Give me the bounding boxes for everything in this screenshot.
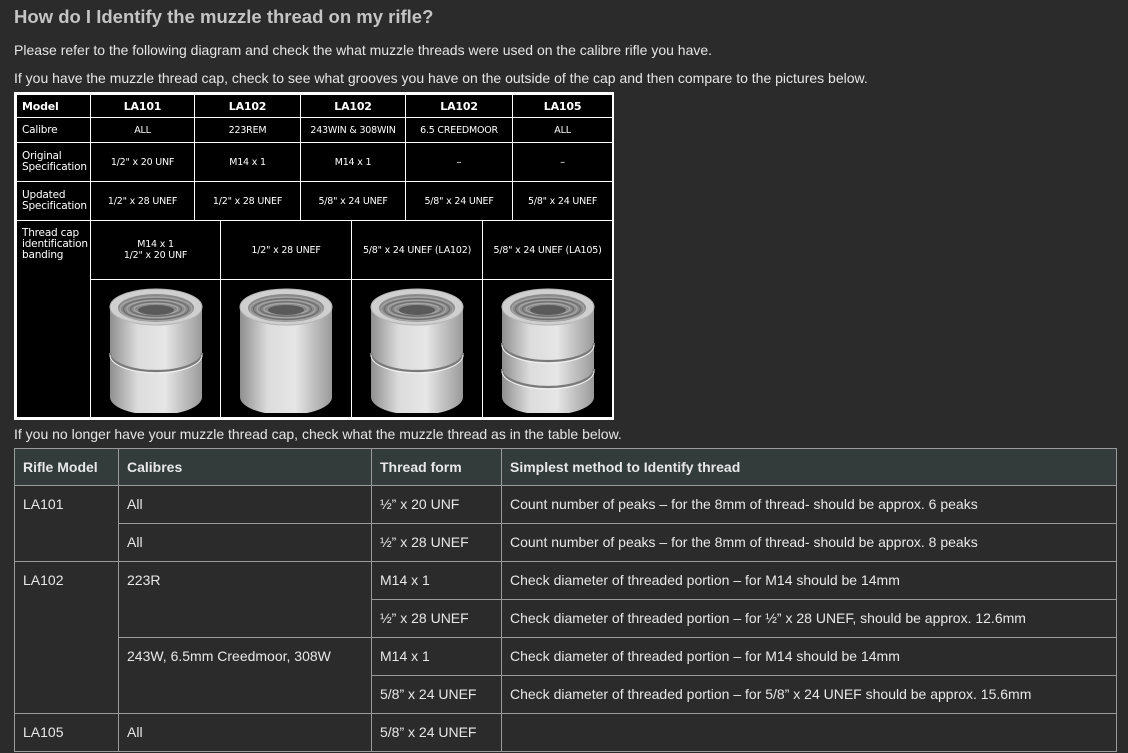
page-heading: How do I Identify the muzzle thread on m…: [14, 6, 434, 27]
diagram-label-banding: Thread cap identification banding: [16, 220, 91, 418]
column-header: Rifle Model: [14, 448, 119, 486]
thread-form-cell: M14 x 1: [371, 637, 502, 676]
diagram-model: LA102: [405, 94, 514, 118]
table-row: 243W, 6.5mm Creedmoor, 308W M14 x 1 Chec…: [15, 637, 1117, 714]
thread-form-cell: M14 x 1: [371, 561, 502, 600]
intro-paragraph-3: If you no longer have your muzzle thread…: [14, 426, 622, 442]
intro-paragraph-1: Please refer to the following diagram an…: [14, 42, 713, 58]
thread-form-cell: 5/8” x 24 UNEF: [371, 675, 502, 714]
column-header: Calibres: [118, 448, 372, 486]
diagram-banding-spec: 5/8" x 24 UNEF (LA105): [482, 220, 614, 280]
thread-cap-image: [351, 279, 484, 418]
calibre-cell: All: [118, 713, 372, 752]
table-header-row: Rifle Model Calibres Thread form Simples…: [14, 448, 1117, 486]
thread-identification-table: Rifle Model Calibres Thread form Simples…: [14, 448, 1117, 752]
diagram-updated-spec: 5/8" x 24 UNEF: [405, 181, 514, 221]
thread-form-cell: ½” x 20 UNF: [371, 485, 502, 524]
method-cell: Check diameter of threaded portion – for…: [501, 561, 1117, 600]
method-cell: Check diameter of threaded portion – for…: [501, 637, 1117, 676]
diagram-updated-spec: 1/2" x 28 UNEF: [193, 181, 302, 221]
diagram-original-spec: M14 x 1: [193, 142, 302, 182]
column-header: Thread form: [371, 448, 502, 486]
thread-cap-image: [482, 279, 614, 418]
calibre-cell: 223R: [118, 561, 372, 638]
rifle-model-cell: LA102: [14, 561, 119, 714]
diagram-original-spec: –: [512, 142, 614, 182]
diagram-calibre: 223REM: [193, 117, 302, 143]
diagram-updated-spec: 1/2" x 28 UNEF: [90, 181, 195, 221]
diagram-original-spec: 1/2" x 20 UNF: [90, 142, 195, 182]
thread-cap-image: [90, 279, 221, 418]
diagram-original-spec: M14 x 1: [300, 142, 407, 182]
method-cell: Count number of peaks – for the 8mm of t…: [501, 485, 1117, 524]
diagram-label-original: Original Specification: [16, 142, 91, 182]
table-row: LA102 223R M14 x 1 Check diameter of thr…: [14, 561, 1117, 714]
diagram-model: LA101: [90, 94, 195, 118]
thread-form-cell: 5/8” x 24 UNEF: [371, 713, 502, 752]
diagram-calibre: ALL: [90, 117, 195, 143]
diagram-banding-spec: 1/2" x 28 UNEF: [219, 220, 353, 280]
method-cell: Check diameter of threaded portion – for…: [501, 675, 1117, 714]
rifle-model-cell: LA105: [14, 713, 119, 752]
diagram-model: LA102: [300, 94, 407, 118]
intro-paragraph-2: If you have the muzzle thread cap, check…: [14, 70, 868, 86]
table-row: All ½” x 28 UNEF Count number of peaks –…: [15, 523, 1117, 562]
calibre-cell: All: [118, 523, 372, 562]
diagram-updated-spec: 5/8" x 24 UNEF: [300, 181, 407, 221]
method-cell: Check diameter of threaded portion – for…: [501, 599, 1117, 638]
diagram-model: LA102: [193, 94, 302, 118]
diagram-calibre: ALL: [512, 117, 614, 143]
diagram-updated-spec: 5/8" x 24 UNEF: [512, 181, 614, 221]
diagram-calibre: 6.5 CREEDMOOR: [405, 117, 514, 143]
table-row: LA105 All 5/8” x 24 UNEF: [14, 713, 1117, 752]
method-cell: [501, 713, 1117, 752]
diagram-label-updated: Updated Specification: [16, 181, 91, 221]
diagram-banding-spec: 5/8" x 24 UNEF (LA102): [351, 220, 484, 280]
calibre-cell: 243W, 6.5mm Creedmoor, 308W: [118, 637, 372, 714]
diagram-calibre: 243WIN & 308WIN: [300, 117, 407, 143]
column-header: Simplest method to Identify thread: [501, 448, 1117, 486]
diagram-original-spec: –: [405, 142, 514, 182]
table-row: LA101 All ½” x 20 UNF Count number of pe…: [14, 485, 1117, 562]
diagram-label-calibre: Calibre: [16, 117, 91, 143]
diagram-label-model: Model: [16, 94, 91, 118]
rifle-model-cell: LA101: [14, 485, 119, 562]
diagram-banding-spec: M14 x 1 1/2" x 20 UNF: [90, 220, 221, 280]
calibre-cell: All: [118, 485, 372, 524]
thread-cap-diagram: Model LA101 LA102 LA102 LA102 LA105 Cali…: [14, 92, 614, 420]
diagram-model: LA105: [512, 94, 614, 118]
thread-cap-image: [219, 279, 353, 418]
thread-form-cell: ½” x 28 UNEF: [371, 523, 502, 562]
method-cell: Count number of peaks – for the 8mm of t…: [501, 523, 1117, 562]
thread-form-cell: ½” x 28 UNEF: [371, 599, 502, 638]
